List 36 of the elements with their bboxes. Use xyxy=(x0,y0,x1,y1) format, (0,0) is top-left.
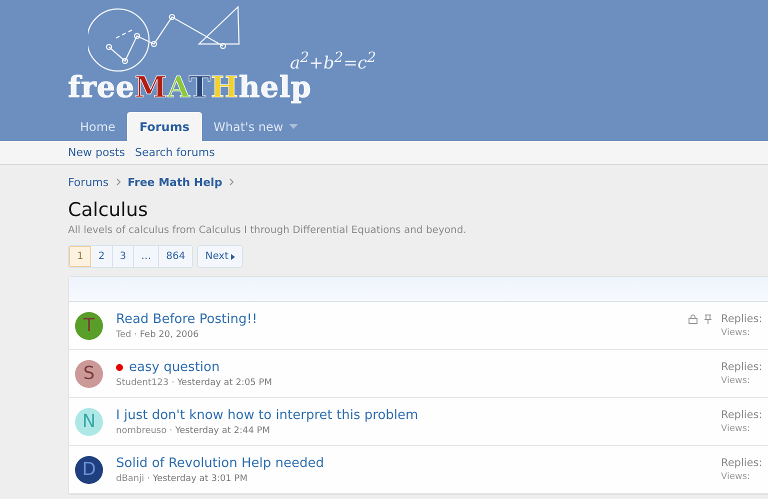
subnav-link[interactable]: New posts xyxy=(68,146,125,159)
nav-tab[interactable]: Forums xyxy=(127,112,202,141)
views-label: Views: xyxy=(721,424,752,434)
chevron-icon xyxy=(229,178,234,186)
chevron-icon xyxy=(116,178,121,186)
thread-title[interactable]: I just don't know how to interpret this problem xyxy=(116,408,418,422)
views-label: Views: xyxy=(721,376,752,386)
page-link[interactable]: 3 xyxy=(112,246,134,267)
page-title: Calculus xyxy=(68,199,149,221)
avatar[interactable]: D xyxy=(75,456,103,484)
thread-meta: Student123 · Yesterday at 2:05 PM xyxy=(116,378,273,388)
thread-title[interactable]: Solid of Revolution Help needed xyxy=(116,456,324,470)
replies-label: Replies: xyxy=(721,409,764,421)
next-button[interactable]: Next xyxy=(197,245,243,268)
breadcrumb-link[interactable]: Forums xyxy=(68,176,109,188)
views-label: Views: xyxy=(721,472,752,482)
replies-label: Replies: xyxy=(721,361,764,373)
views-label: Views: xyxy=(721,328,752,338)
replies-label: Replies: xyxy=(721,313,764,325)
forum-description: All levels of calculus from Calculus I through Differential Equations and beyond. xyxy=(68,225,468,236)
thread-title[interactable]: easy question xyxy=(129,360,220,374)
nav-tab[interactable]: Home xyxy=(68,112,128,141)
thread-meta: dBanji · Yesterday at 3:01 PM xyxy=(116,474,248,484)
page-link[interactable]: 1 xyxy=(69,246,92,267)
avatar[interactable]: S xyxy=(75,360,103,388)
thread-meta: nombreuso · Yesterday at 2:44 PM xyxy=(116,426,271,436)
nav-tab[interactable]: What's new xyxy=(202,112,310,141)
subnav-link[interactable]: Search forums xyxy=(134,146,215,159)
caret-icon xyxy=(230,254,235,260)
thread-title[interactable]: Read Before Posting!! xyxy=(116,312,258,326)
replies-label: Replies: xyxy=(721,457,764,469)
page-link[interactable]: … xyxy=(134,246,160,267)
page-link[interactable]: 2 xyxy=(91,246,113,267)
thread-meta: Ted · Feb 20, 2006 xyxy=(116,330,200,340)
page-link[interactable]: 864 xyxy=(159,246,192,267)
breadcrumb-link[interactable]: Free Math Help xyxy=(128,176,222,188)
